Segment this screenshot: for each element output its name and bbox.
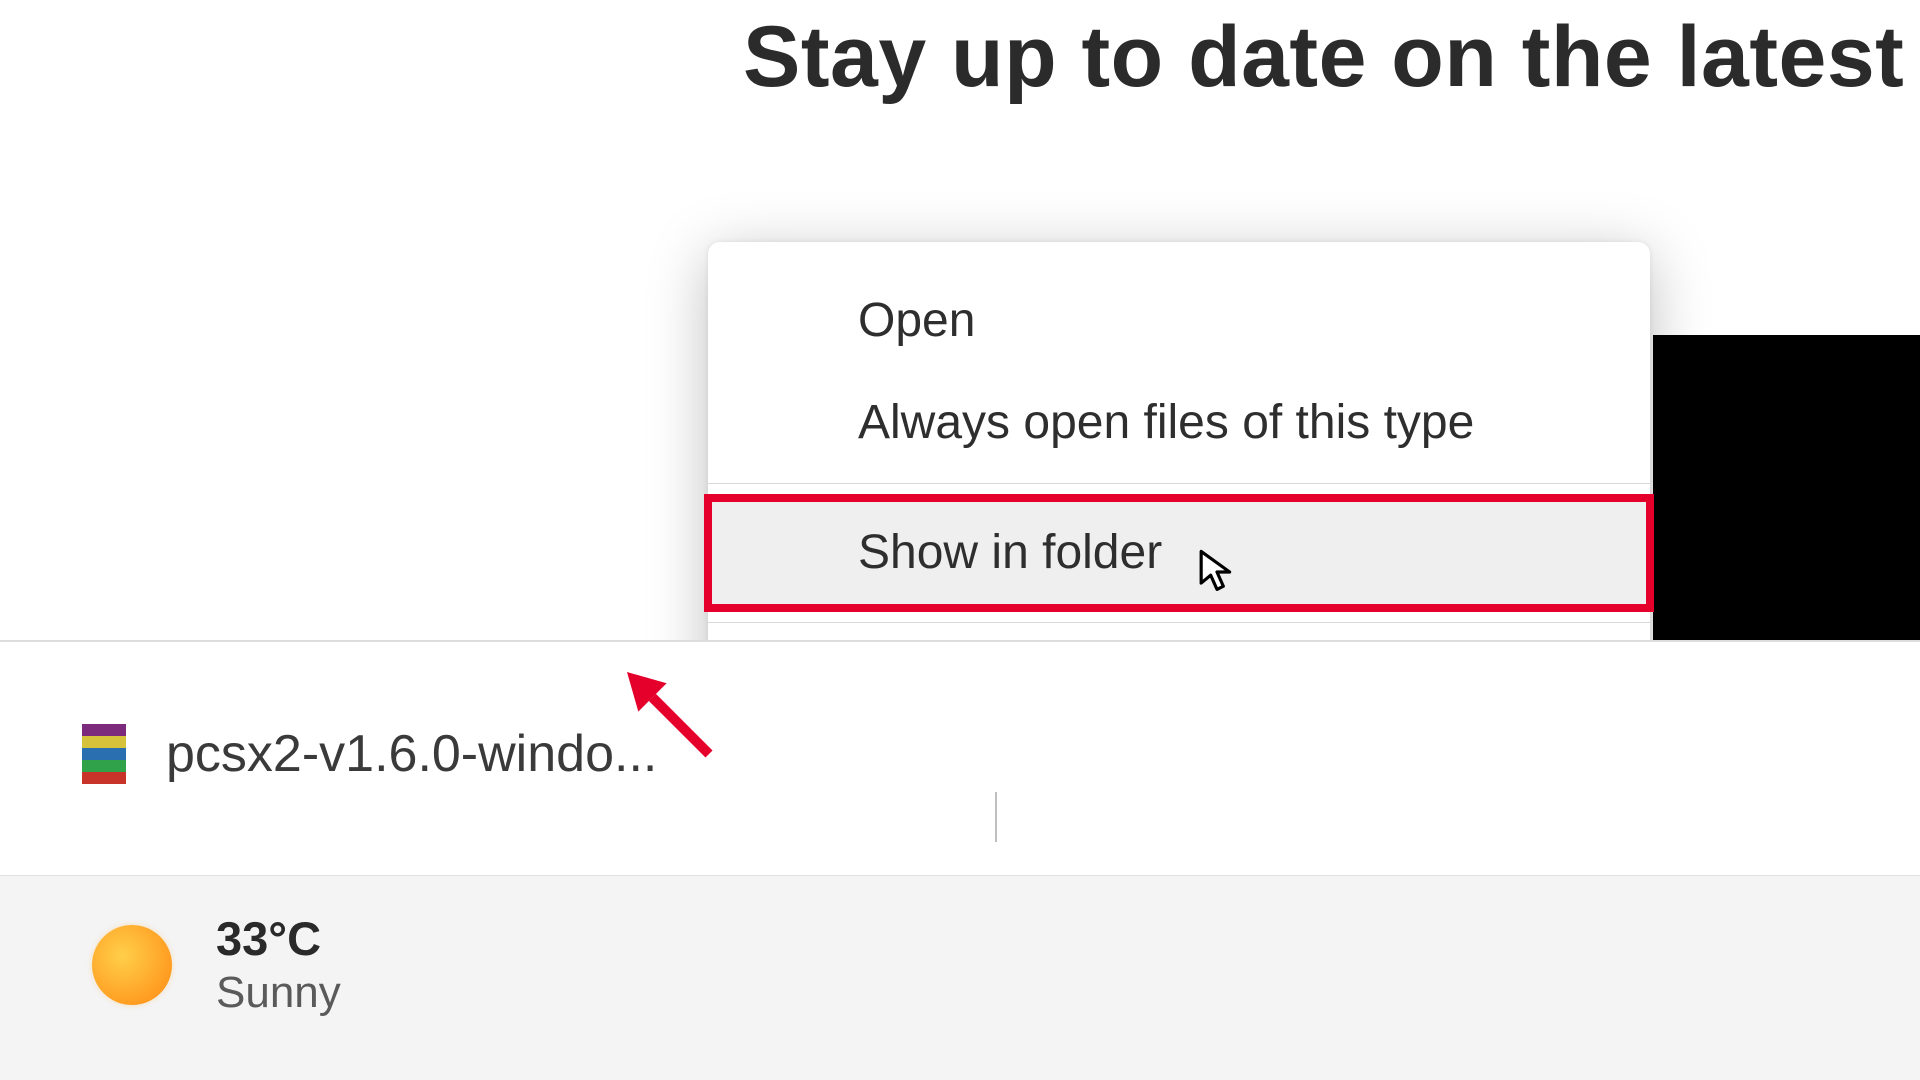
background-dark-block [1653,335,1920,645]
menu-separator [708,622,1650,623]
cursor-icon [1198,548,1236,596]
archive-file-icon [82,724,126,784]
weather-temperature: 33°C [216,911,341,966]
weather-condition: Sunny [216,968,341,1018]
download-item[interactable]: pcsx2-v1.6.0-windo... [82,724,657,784]
download-filename: pcsx2-v1.6.0-windo... [166,724,657,784]
menu-item-open[interactable]: Open [708,270,1650,372]
weather-text: 33°C Sunny [216,911,341,1018]
menu-separator [708,483,1650,484]
page-headline: Stay up to date on the latest i [743,8,1920,107]
taskbar: 33°C Sunny [0,875,1920,1080]
sun-icon [92,925,172,1005]
weather-widget[interactable]: 33°C Sunny [92,911,341,1018]
download-item-divider [995,792,997,842]
downloads-bar: pcsx2-v1.6.0-windo... [0,640,1920,875]
menu-item-show-in-folder[interactable]: Show in folder [704,494,1654,612]
menu-item-always-open-type[interactable]: Always open files of this type [708,372,1650,474]
